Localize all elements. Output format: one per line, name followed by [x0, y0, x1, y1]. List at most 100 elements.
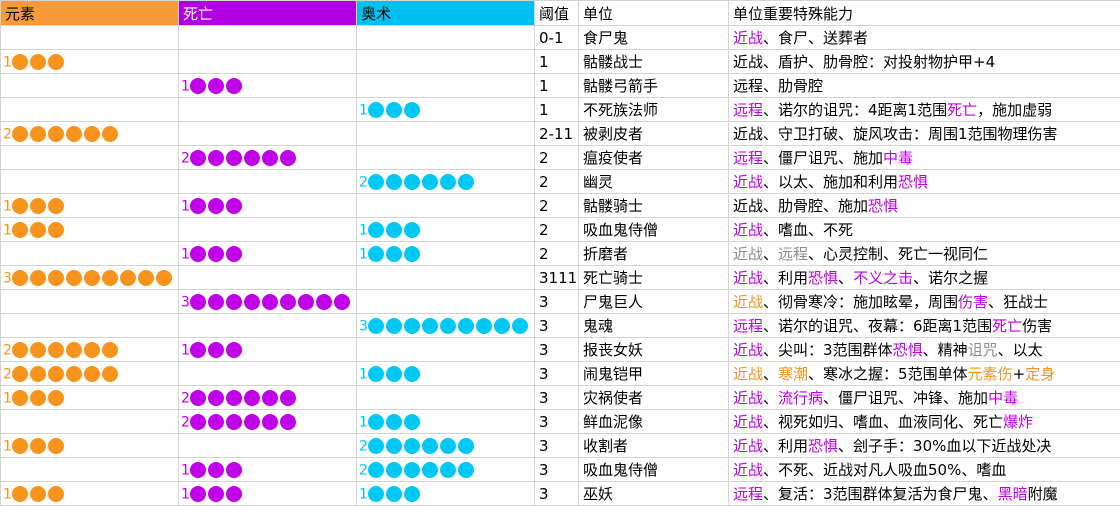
death-cell[interactable]: [179, 50, 357, 74]
abilities-cell[interactable]: 近战、流行病、僵尸诅咒、冲锋、施加中毒: [729, 386, 1120, 410]
death-cell[interactable]: 1: [179, 194, 357, 218]
abilities-cell[interactable]: 近战、不死、近战对凡人吸血50%、嗜血: [729, 458, 1120, 482]
arcane-cell[interactable]: 3: [357, 314, 535, 338]
threshold-cell[interactable]: 1: [535, 74, 579, 98]
threshold-cell[interactable]: 3: [535, 338, 579, 362]
abilities-cell[interactable]: 近战、视死如归、嗜血、血液同化、死亡爆炸: [729, 410, 1120, 434]
element-cell[interactable]: [1, 410, 179, 434]
arcane-cell[interactable]: [357, 266, 535, 290]
element-cell[interactable]: 1: [1, 194, 179, 218]
threshold-cell[interactable]: 1: [535, 98, 579, 122]
abilities-cell[interactable]: 近战、寒潮、寒冰之握：5范围单体元素伤+定身: [729, 362, 1120, 386]
death-cell[interactable]: [179, 314, 357, 338]
header-death[interactable]: 死亡: [179, 1, 357, 26]
abilities-cell[interactable]: 远程、僵尸诅咒、施加中毒: [729, 146, 1120, 170]
element-cell[interactable]: [1, 290, 179, 314]
abilities-cell[interactable]: 近战、远程、心灵控制、死亡一视同仁: [729, 242, 1120, 266]
threshold-cell[interactable]: 2: [535, 146, 579, 170]
arcane-cell[interactable]: [357, 146, 535, 170]
arcane-cell[interactable]: 1: [357, 410, 535, 434]
unit-cell[interactable]: 骷髅弓箭手: [579, 74, 729, 98]
arcane-cell[interactable]: 2: [357, 170, 535, 194]
unit-cell[interactable]: 骷髅战士: [579, 50, 729, 74]
element-cell[interactable]: 2: [1, 122, 179, 146]
arcane-cell[interactable]: 1: [357, 242, 535, 266]
death-cell[interactable]: 2: [179, 410, 357, 434]
abilities-cell[interactable]: 近战、彻骨寒冷：施加眩晕，周围伤害、狂战士: [729, 290, 1120, 314]
arcane-cell[interactable]: [357, 74, 535, 98]
abilities-cell[interactable]: 近战、利用恐惧、不义之击、诺尔之握: [729, 266, 1120, 290]
death-cell[interactable]: 1: [179, 74, 357, 98]
unit-cell[interactable]: 鬼魂: [579, 314, 729, 338]
death-cell[interactable]: 1: [179, 242, 357, 266]
element-cell[interactable]: 1: [1, 386, 179, 410]
header-element[interactable]: 元素: [1, 1, 179, 26]
abilities-cell[interactable]: 近战、盾护、肋骨腔：对投射物护甲+4: [729, 50, 1120, 74]
unit-cell[interactable]: 不死族法师: [579, 98, 729, 122]
unit-cell[interactable]: 幽灵: [579, 170, 729, 194]
element-cell[interactable]: [1, 26, 179, 50]
death-cell[interactable]: [179, 218, 357, 242]
element-cell[interactable]: 2: [1, 362, 179, 386]
abilities-cell[interactable]: 远程、诺尔的诅咒：4距离1范围死亡，施加虚弱: [729, 98, 1120, 122]
unit-cell[interactable]: 尸鬼巨人: [579, 290, 729, 314]
unit-cell[interactable]: 折磨者: [579, 242, 729, 266]
element-cell[interactable]: [1, 170, 179, 194]
abilities-cell[interactable]: 远程、肋骨腔: [729, 74, 1120, 98]
element-cell[interactable]: 2: [1, 338, 179, 362]
element-cell[interactable]: [1, 314, 179, 338]
header-threshold[interactable]: 阈值: [535, 1, 579, 26]
death-cell[interactable]: [179, 26, 357, 50]
element-cell[interactable]: [1, 146, 179, 170]
abilities-cell[interactable]: 近战、肋骨腔、施加恐惧: [729, 194, 1120, 218]
threshold-cell[interactable]: 2-11: [535, 122, 579, 146]
arcane-cell[interactable]: [357, 194, 535, 218]
death-cell[interactable]: 1: [179, 458, 357, 482]
element-cell[interactable]: 1: [1, 218, 179, 242]
unit-cell[interactable]: 食尸鬼: [579, 26, 729, 50]
threshold-cell[interactable]: 3: [535, 482, 579, 506]
unit-cell[interactable]: 死亡骑士: [579, 266, 729, 290]
death-cell[interactable]: 1: [179, 338, 357, 362]
unit-cell[interactable]: 巫妖: [579, 482, 729, 506]
unit-cell[interactable]: 收割者: [579, 434, 729, 458]
abilities-cell[interactable]: 近战、嗜血、不死: [729, 218, 1120, 242]
death-cell[interactable]: 3: [179, 290, 357, 314]
abilities-cell[interactable]: 近战、利用恐惧、刽子手：30%血以下近战处决: [729, 434, 1120, 458]
unit-cell[interactable]: 鲜血泥像: [579, 410, 729, 434]
arcane-cell[interactable]: [357, 26, 535, 50]
element-cell[interactable]: [1, 458, 179, 482]
element-cell[interactable]: [1, 74, 179, 98]
threshold-cell[interactable]: 3: [535, 290, 579, 314]
death-cell[interactable]: 2: [179, 146, 357, 170]
death-cell[interactable]: 2: [179, 386, 357, 410]
element-cell[interactable]: 3: [1, 266, 179, 290]
element-cell[interactable]: 1: [1, 50, 179, 74]
threshold-cell[interactable]: 3: [535, 362, 579, 386]
arcane-cell[interactable]: [357, 50, 535, 74]
unit-cell[interactable]: 吸血鬼侍僧: [579, 218, 729, 242]
unit-cell[interactable]: 瘟疫使者: [579, 146, 729, 170]
arcane-cell[interactable]: [357, 386, 535, 410]
element-cell[interactable]: [1, 242, 179, 266]
death-cell[interactable]: [179, 122, 357, 146]
arcane-cell[interactable]: 2: [357, 458, 535, 482]
abilities-cell[interactable]: 近战、守卫打破、旋风攻击：周围1范围物理伤害: [729, 122, 1120, 146]
death-cell[interactable]: [179, 434, 357, 458]
threshold-cell[interactable]: 2: [535, 194, 579, 218]
unit-cell[interactable]: 灾祸使者: [579, 386, 729, 410]
arcane-cell[interactable]: [357, 338, 535, 362]
unit-cell[interactable]: 被剥皮者: [579, 122, 729, 146]
threshold-cell[interactable]: 1: [535, 50, 579, 74]
arcane-cell[interactable]: 1: [357, 98, 535, 122]
unit-cell[interactable]: 骷髅骑士: [579, 194, 729, 218]
header-abilities[interactable]: 单位重要特殊能力: [729, 1, 1120, 26]
arcane-cell[interactable]: [357, 290, 535, 314]
abilities-cell[interactable]: 近战、尖叫：3范围群体恐惧、精神诅咒、以太: [729, 338, 1120, 362]
arcane-cell[interactable]: 2: [357, 434, 535, 458]
threshold-cell[interactable]: 2: [535, 242, 579, 266]
unit-cell[interactable]: 闹鬼铠甲: [579, 362, 729, 386]
abilities-cell[interactable]: 近战、食尸、送葬者: [729, 26, 1120, 50]
death-cell[interactable]: 1: [179, 482, 357, 506]
unit-cell[interactable]: 吸血鬼侍僧: [579, 458, 729, 482]
